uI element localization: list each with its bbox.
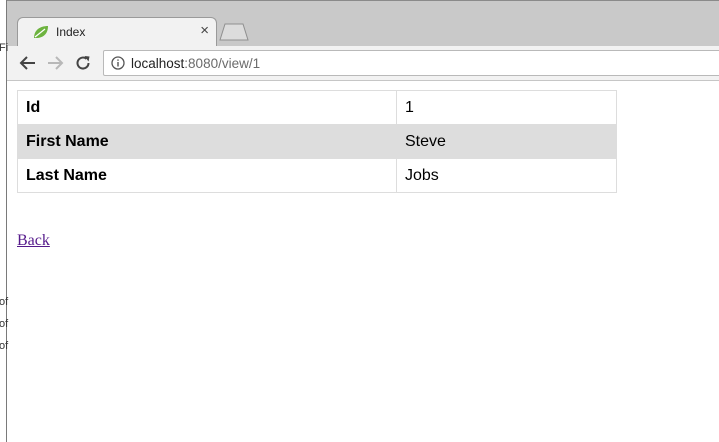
- forward-arrow-icon[interactable]: [46, 54, 64, 72]
- row-label: Id: [17, 90, 397, 125]
- row-value: Jobs: [396, 158, 617, 193]
- info-icon[interactable]: [111, 56, 125, 70]
- url-path: :8080/view/1: [184, 56, 261, 71]
- back-link[interactable]: Back: [17, 232, 50, 250]
- background-window-edge: Fi of of of: [0, 0, 8, 442]
- leaf-icon: [34, 26, 48, 38]
- reload-icon[interactable]: [74, 54, 92, 72]
- back-arrow-icon[interactable]: [19, 54, 37, 72]
- tab-title: Index: [56, 25, 86, 39]
- close-icon[interactable]: ×: [200, 23, 209, 39]
- tab-strip: Index ×: [7, 0, 719, 47]
- row-value: Steve: [396, 124, 617, 159]
- table-row: First Name Steve: [17, 124, 617, 159]
- table-row: Id 1: [17, 90, 617, 125]
- new-tab-button[interactable]: [219, 23, 249, 41]
- url-text: localhost:8080/view/1: [131, 56, 260, 71]
- details-table: Id 1 First Name Steve Last Name Jobs: [17, 90, 617, 193]
- row-label: Last Name: [17, 158, 397, 193]
- row-label: First Name: [17, 124, 397, 159]
- row-value: 1: [396, 90, 617, 125]
- browser-window: Index × localhost:8080/view/1 Id 1 First…: [7, 0, 719, 442]
- address-bar[interactable]: localhost:8080/view/1: [103, 50, 719, 76]
- browser-tab[interactable]: Index ×: [17, 17, 217, 47]
- page-content: Id 1 First Name Steve Last Name Jobs: [17, 90, 617, 193]
- table-row: Last Name Jobs: [17, 158, 617, 193]
- browser-toolbar: localhost:8080/view/1: [7, 46, 719, 81]
- url-host: localhost: [131, 56, 185, 71]
